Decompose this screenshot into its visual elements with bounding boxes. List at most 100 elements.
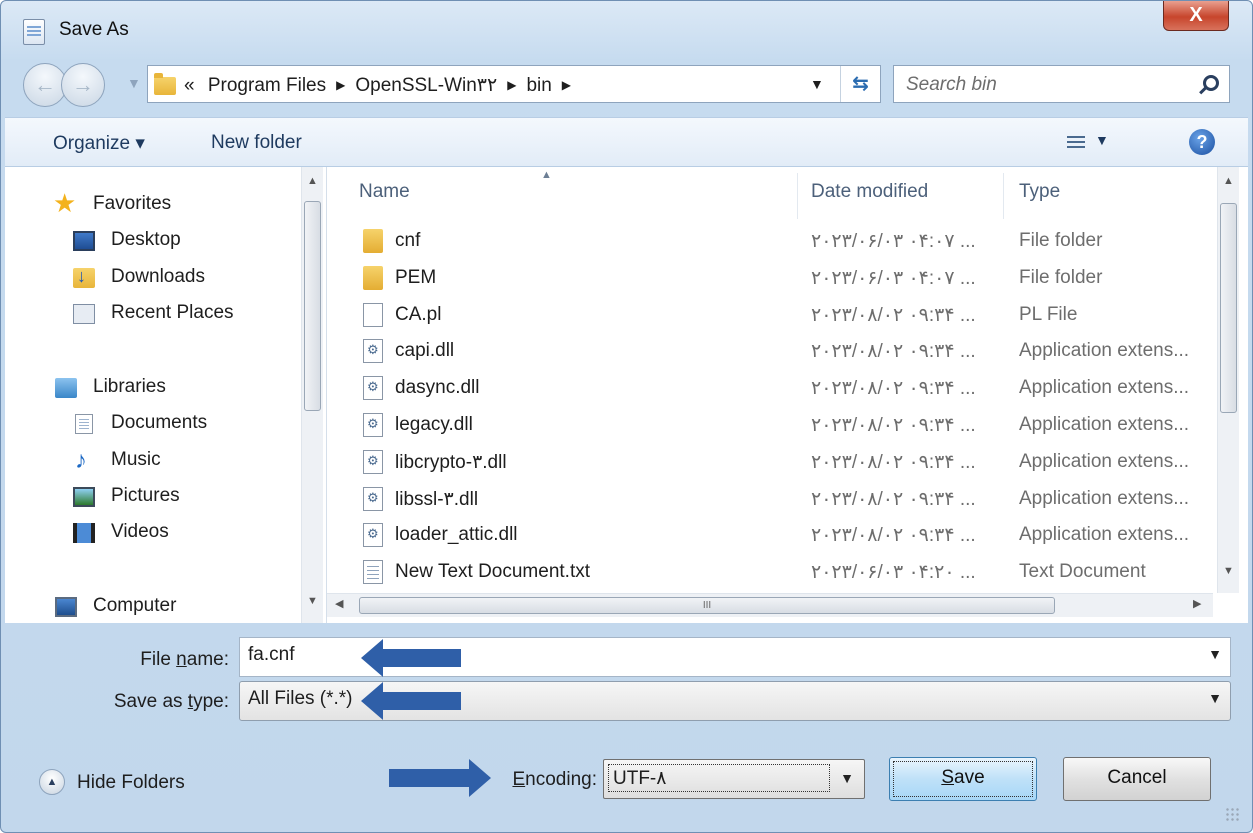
file-row[interactable]: capi.dll ۲۰۲۳/۰۸/۰۲ ۰۹:۳۴ ... Application … [327,333,1217,369]
file-date-modified: ۲۰۲۳/۰۸/۰۲ ۰۹:۳۴ ... [811,341,976,363]
focus-ring [893,761,1033,797]
refresh-icon[interactable]: ⇆ [840,66,880,102]
breadcrumb-bin[interactable]: bin [526,75,551,96]
address-dropdown-chevron-icon[interactable]: ▼ [810,76,824,92]
file-type: Application extens... [1019,414,1190,435]
file-type: Application extens... [1019,487,1190,509]
folder-icon [154,73,176,95]
file-name: CA.pl [395,303,442,325]
search-box[interactable]: Search bin [893,65,1230,103]
filelist-scrollbar[interactable]: ▲ ▼ [1217,167,1239,593]
file-name-dropdown-chevron-icon[interactable]: ▼ [1208,646,1222,662]
sort-ascending-icon: ▲ [541,169,552,181]
sidebar-item-label: Documents [111,412,208,433]
desktop-icon [73,231,95,251]
scroll-left-icon[interactable]: ◀ [335,597,343,610]
sidebar-item-label: Libraries [93,376,166,397]
save-button[interactable]: Save [889,757,1037,801]
recent-locations-chevron-icon[interactable]: ▼ [127,75,141,91]
encoding-select[interactable]: UTF-۸ ▼ [603,759,865,799]
file-type: Application extens... [1019,450,1190,472]
forward-button[interactable]: → [61,63,105,107]
star-icon: ★ [53,188,77,218]
column-divider[interactable] [1003,173,1004,219]
file-name: loader_attic.dll [395,524,518,546]
navigation-pane: ★ Favorites Desktop Downloads Recent Pla… [5,167,327,623]
scroll-down-icon[interactable]: ▼ [1223,565,1234,577]
breadcrumb-openssl[interactable]: OpenSSL-Win۳۲ [355,75,497,96]
folder-icon [363,229,383,253]
hide-folders-label: Hide Folders [77,772,185,793]
scroll-up-icon[interactable]: ▲ [1223,175,1234,187]
filelist-scroll-thumb[interactable] [1220,203,1237,413]
file-row[interactable]: New Text Document.txt ۲۰۲۳/۰۶/۰۳ ۰۴:۲۰ ..… [327,554,1217,590]
help-icon[interactable]: ? [1189,129,1215,155]
column-divider[interactable] [797,173,798,219]
sidebar-item-label: Favorites [93,193,172,214]
computer-icon [55,597,77,617]
horizontal-scroll-thumb[interactable]: III [359,597,1055,614]
encoding-chevron-icon[interactable]: ▼ [840,770,854,786]
close-button[interactable]: X [1163,1,1229,31]
scroll-right-icon[interactable]: ▶ [1193,597,1201,610]
search-icon[interactable] [1203,75,1219,91]
annotation-arrow-icon [361,682,461,720]
search-input[interactable]: Search bin [906,74,997,96]
file-row[interactable]: libcrypto-۳.dll ۲۰۲۳/۰۸/۰۲ ۰۹:۳۴ ... Appli… [327,444,1217,480]
address-bar[interactable]: « Program Files ▶ OpenSSL-Win۳۲ ▶ bin ▶ ▼ ⇆ [147,65,881,103]
file-name: capi.dll [395,340,455,362]
file-row[interactable]: legacy.dll ۲۰۲۳/۰۸/۰۲ ۰۹:۳۴ ... Applicatio… [327,407,1217,443]
file-name: PEM [395,266,437,288]
organize-menu[interactable]: Organize ▾ [53,132,145,155]
sidebar-item-label: Downloads [111,266,205,287]
save-as-type-chevron-icon[interactable]: ▼ [1208,690,1222,706]
file-name: libssl-۳.dll [395,488,479,510]
column-header-date[interactable]: Date modified [811,181,928,203]
file-row[interactable]: libssl-۳.dll ۲۰۲۳/۰۸/۰۲ ۰۹:۳۴ ... Applicat… [327,481,1217,517]
breadcrumb-separator-icon[interactable]: ▶ [336,78,345,92]
navpane-scrollbar[interactable]: ▲ ▼ [301,167,323,623]
file-row[interactable]: cnf ۲۰۲۳/۰۶/۰۳ ۰۴:۰۷ ... File folder [327,223,1217,259]
breadcrumb-program-files[interactable]: Program Files [208,75,326,96]
cancel-button[interactable]: Cancel [1063,757,1211,801]
file-date-modified: ۲۰۲۳/۰۶/۰۳ ۰۴:۲۰ ... [811,562,976,584]
column-header-name[interactable]: Name [359,181,410,203]
file-row[interactable]: CA.pl ۲۰۲۳/۰۸/۰۲ ۰۹:۳۴ ... PL File [327,297,1217,333]
filelist-horizontal-scrollbar[interactable]: ◀ III ▶ [327,593,1213,617]
breadcrumb-separator-icon[interactable]: ▶ [562,78,571,92]
libraries-icon [55,378,77,398]
scroll-down-icon[interactable]: ▼ [307,595,318,607]
file-type: Text Document [1019,561,1146,583]
new-folder-button[interactable]: New folder [211,132,302,154]
save-as-type-value: All Files (*.*) [248,688,353,709]
videos-icon [73,523,95,543]
breadcrumb-overflow[interactable]: « [184,75,195,96]
file-date-modified: ۲۰۲۳/۰۸/۰۲ ۰۹:۳۴ ... [811,304,976,326]
change-view-icon[interactable] [1067,136,1085,150]
documents-icon [75,414,93,434]
navpane-scroll-thumb[interactable] [304,201,321,411]
file-row[interactable]: PEM ۲۰۲۳/۰۶/۰۳ ۰۴:۰۷ ... File folder [327,260,1217,296]
file-row[interactable]: dasync.dll ۲۰۲۳/۰۸/۰۲ ۰۹:۳۴ ... Applicatio… [327,370,1217,406]
folder-icon [363,265,383,290]
scroll-up-icon[interactable]: ▲ [307,175,318,187]
file-type: File folder [1019,230,1103,251]
dll-file-icon [363,523,383,548]
file-name-value[interactable]: fa.cnf [248,644,294,665]
save-as-dialog: Save As X ← → ▼ « Program Files ▶ OpenSSL-… [0,0,1253,833]
resize-grip-icon[interactable] [1225,807,1241,823]
save-as-type-label: Save as type: [113,691,229,712]
file-name-label: File name: [140,649,229,670]
file-type: Application extens... [1019,340,1190,362]
file-date-modified: ۲۰۲۳/۰۶/۰۳ ۰۴:۰۷ ... [811,231,976,252]
sidebar-item-label: Videos [111,521,169,542]
encoding-value: UTF-۸ [608,764,830,792]
breadcrumb-separator-icon[interactable]: ▶ [507,78,516,92]
dll-file-icon [363,376,383,401]
column-header-type[interactable]: Type [1019,181,1060,203]
view-options-chevron-icon[interactable]: ▼ [1095,132,1109,148]
dll-file-icon [363,413,383,437]
sidebar-item-label: Desktop [111,229,181,250]
window-title: Save As [59,19,129,40]
file-row[interactable]: loader_attic.dll ۲۰۲۳/۰۸/۰۲ ۰۹:۳۴ ... Appl… [327,517,1217,553]
